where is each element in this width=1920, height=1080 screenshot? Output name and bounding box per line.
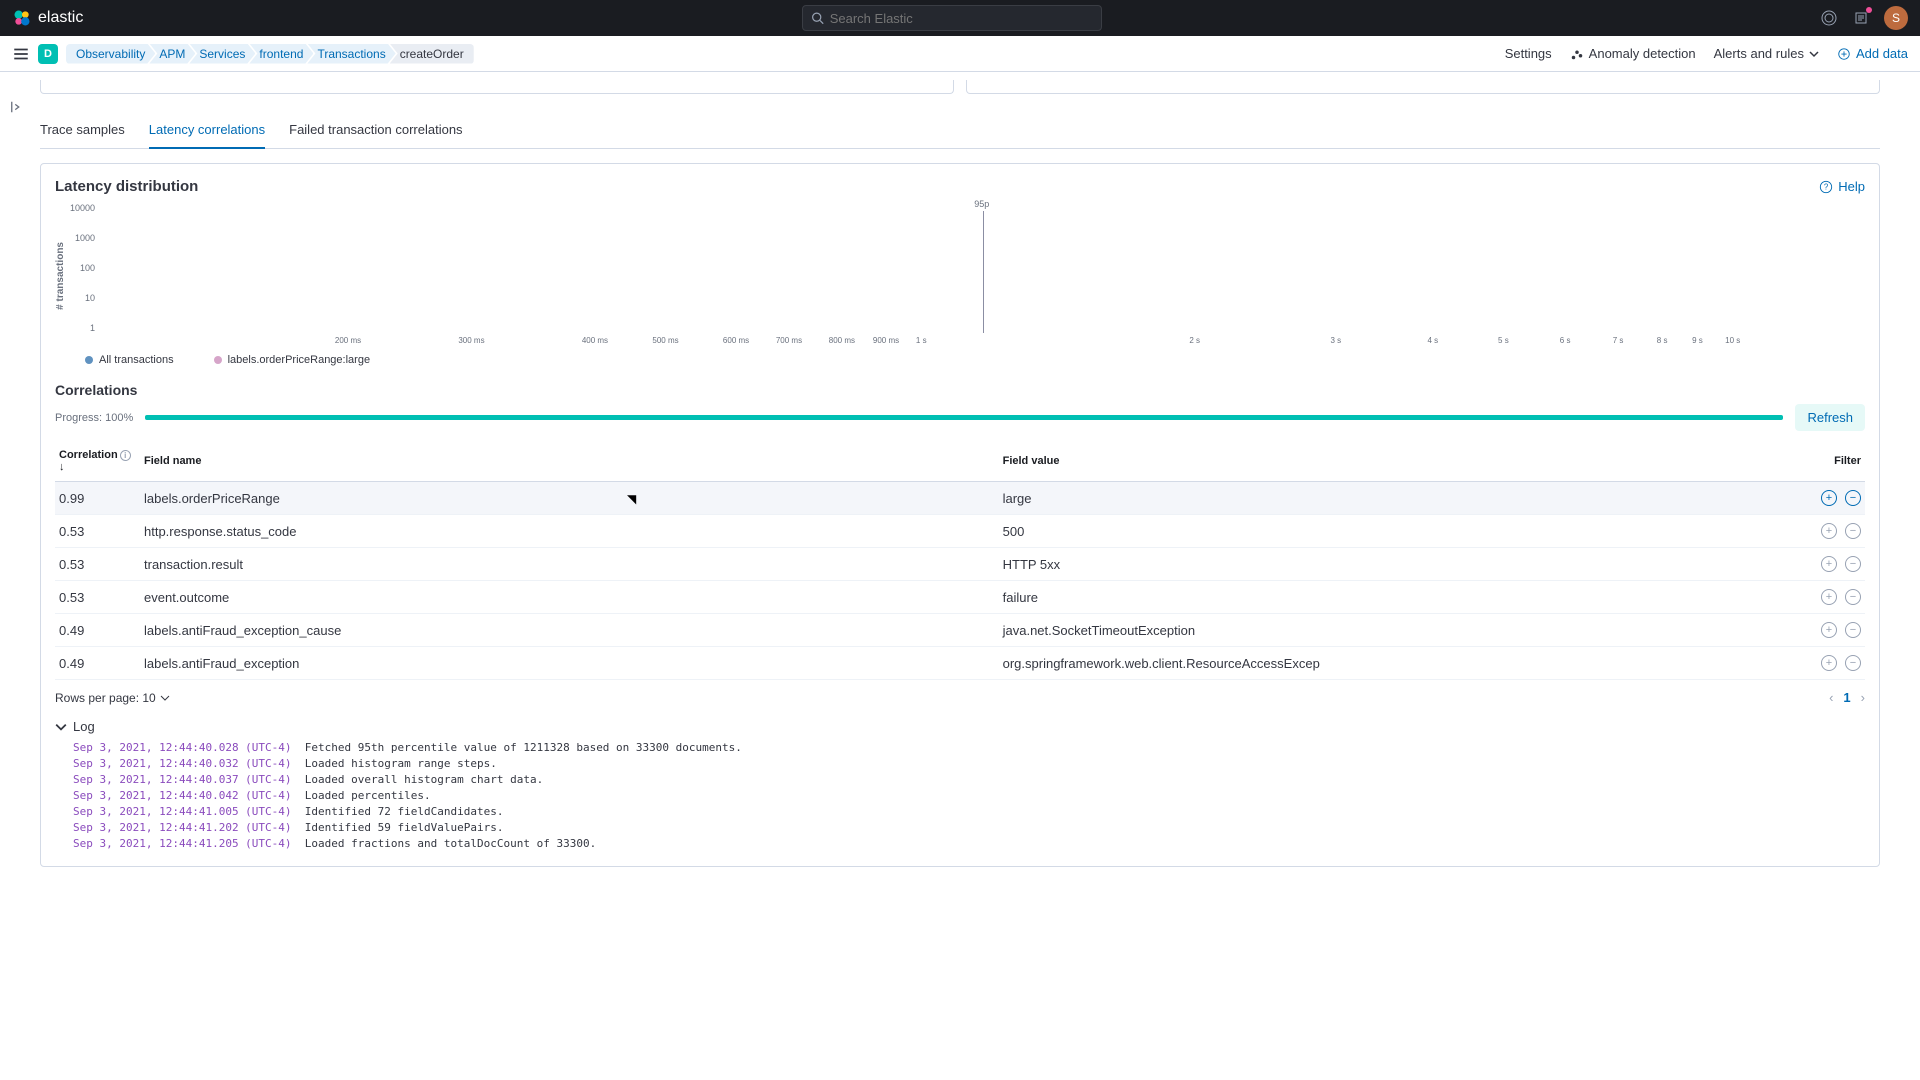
page-current[interactable]: 1 xyxy=(1843,690,1850,705)
latency-panel: Latency distribution ? Help # transactio… xyxy=(40,163,1880,867)
nav-toggle-icon[interactable] xyxy=(12,45,30,63)
breadcrumb-item[interactable]: Observability xyxy=(66,44,155,64)
breadcrumb-item[interactable]: APM xyxy=(149,44,195,64)
settings-link[interactable]: Settings xyxy=(1505,46,1552,61)
help-icon[interactable] xyxy=(1820,9,1838,27)
anomaly-detection-link[interactable]: Anomaly detection xyxy=(1570,46,1696,61)
y-axis-label: # transactions xyxy=(55,242,66,310)
filter-out-icon[interactable]: − xyxy=(1845,622,1861,638)
table-row[interactable]: 0.99labels.orderPriceRangelarge+− xyxy=(55,482,1865,515)
breadcrumb: ObservabilityAPMServicesfrontendTransact… xyxy=(66,44,468,64)
panel-stub-left xyxy=(40,80,954,94)
th-correlation[interactable]: Correlationi ↓ xyxy=(55,441,140,482)
logo-text: elastic xyxy=(38,9,83,27)
topbar: elastic S xyxy=(0,0,1920,36)
user-avatar[interactable]: S xyxy=(1884,6,1908,30)
search-icon xyxy=(811,11,824,25)
legend-all[interactable]: All transactions xyxy=(85,354,174,366)
elastic-logo[interactable]: elastic xyxy=(12,8,83,28)
progress-label: Progress: 100% xyxy=(55,412,133,424)
latency-chart[interactable]: # transactions 100001000100101 95p 200 m… xyxy=(55,203,1865,348)
tabs: Trace samples Latency correlations Faile… xyxy=(40,112,1880,149)
correlations-title: Correlations xyxy=(55,382,1865,398)
filter-out-icon[interactable]: − xyxy=(1845,655,1861,671)
tab-failed-correlations[interactable]: Failed transaction correlations xyxy=(289,112,462,149)
search-input[interactable] xyxy=(830,11,1093,26)
filter-in-icon[interactable]: + xyxy=(1821,490,1837,506)
pagination: ‹ 1 › xyxy=(1829,690,1865,705)
x-axis-ticks: 200 ms300 ms400 ms500 ms600 ms700 ms800 … xyxy=(101,336,1865,348)
filter-out-icon[interactable]: − xyxy=(1845,556,1861,572)
log-toggle[interactable]: Log xyxy=(55,719,1865,734)
info-icon: i xyxy=(120,450,131,461)
th-field-value[interactable]: Field value xyxy=(999,441,1795,482)
plus-circle-icon xyxy=(1837,47,1851,61)
mouse-cursor: ◥ xyxy=(627,492,636,506)
progress-bar xyxy=(145,415,1783,420)
filter-in-icon[interactable]: + xyxy=(1821,589,1837,605)
legend-selected[interactable]: labels.orderPriceRange:large xyxy=(214,354,370,366)
add-data-link[interactable]: Add data xyxy=(1837,46,1908,61)
newsfeed-icon[interactable] xyxy=(1852,9,1870,27)
chevron-down-icon xyxy=(160,693,170,703)
breadcrumb-item[interactable]: Transactions xyxy=(307,44,395,64)
help-icon: ? xyxy=(1819,180,1833,194)
th-field-name[interactable]: Field name xyxy=(140,441,999,482)
global-search[interactable] xyxy=(802,5,1102,31)
panel-stub-right xyxy=(966,80,1880,94)
correlations-table: Correlationi ↓ Field name Field value Fi… xyxy=(55,441,1865,680)
table-row[interactable]: 0.53http.response.status_code500+− xyxy=(55,515,1865,548)
filter-in-icon[interactable]: + xyxy=(1821,655,1837,671)
table-row[interactable]: 0.53transaction.resultHTTP 5xx+− xyxy=(55,548,1865,581)
log-output: Sep 3, 2021, 12:44:40.028 (UTC-4) Fetche… xyxy=(55,740,1865,852)
refresh-button[interactable]: Refresh xyxy=(1795,404,1865,431)
breadcrumb-item: createOrder xyxy=(390,44,474,64)
collapse-sidebar-icon[interactable] xyxy=(10,100,24,117)
rows-per-page[interactable]: Rows per page: 10 xyxy=(55,691,170,705)
table-row[interactable]: 0.49labels.antiFraud_exceptionorg.spring… xyxy=(55,647,1865,680)
chevron-down-icon xyxy=(55,721,67,733)
help-link[interactable]: ? Help xyxy=(1819,179,1865,194)
breadcrumb-item[interactable]: frontend xyxy=(249,44,313,64)
elastic-logo-icon xyxy=(12,8,32,28)
page-prev[interactable]: ‹ xyxy=(1829,690,1833,705)
panel-title: Latency distribution xyxy=(55,178,198,195)
table-row[interactable]: 0.53event.outcomefailure+− xyxy=(55,581,1865,614)
tab-latency-correlations[interactable]: Latency correlations xyxy=(149,112,265,149)
filter-in-icon[interactable]: + xyxy=(1821,523,1837,539)
filter-in-icon[interactable]: + xyxy=(1821,556,1837,572)
chevron-down-icon xyxy=(1809,49,1819,59)
filter-out-icon[interactable]: − xyxy=(1845,589,1861,605)
space-badge[interactable]: D xyxy=(38,44,58,64)
alerts-rules-link[interactable]: Alerts and rules xyxy=(1714,46,1819,61)
filter-out-icon[interactable]: − xyxy=(1845,523,1861,539)
page-next[interactable]: › xyxy=(1861,690,1865,705)
filter-in-icon[interactable]: + xyxy=(1821,622,1837,638)
ml-icon xyxy=(1570,47,1584,61)
table-row[interactable]: 0.49labels.antiFraud_exception_causejava… xyxy=(55,614,1865,647)
svg-text:?: ? xyxy=(1824,182,1829,191)
sort-down-icon: ↓ xyxy=(59,461,65,473)
subheader: D ObservabilityAPMServicesfrontendTransa… xyxy=(0,36,1920,72)
y-axis-ticks: 100001000100101 xyxy=(66,203,101,333)
th-filter: Filter xyxy=(1795,441,1865,482)
filter-out-icon[interactable]: − xyxy=(1845,490,1861,506)
breadcrumb-item[interactable]: Services xyxy=(189,44,255,64)
tab-trace-samples[interactable]: Trace samples xyxy=(40,112,125,149)
